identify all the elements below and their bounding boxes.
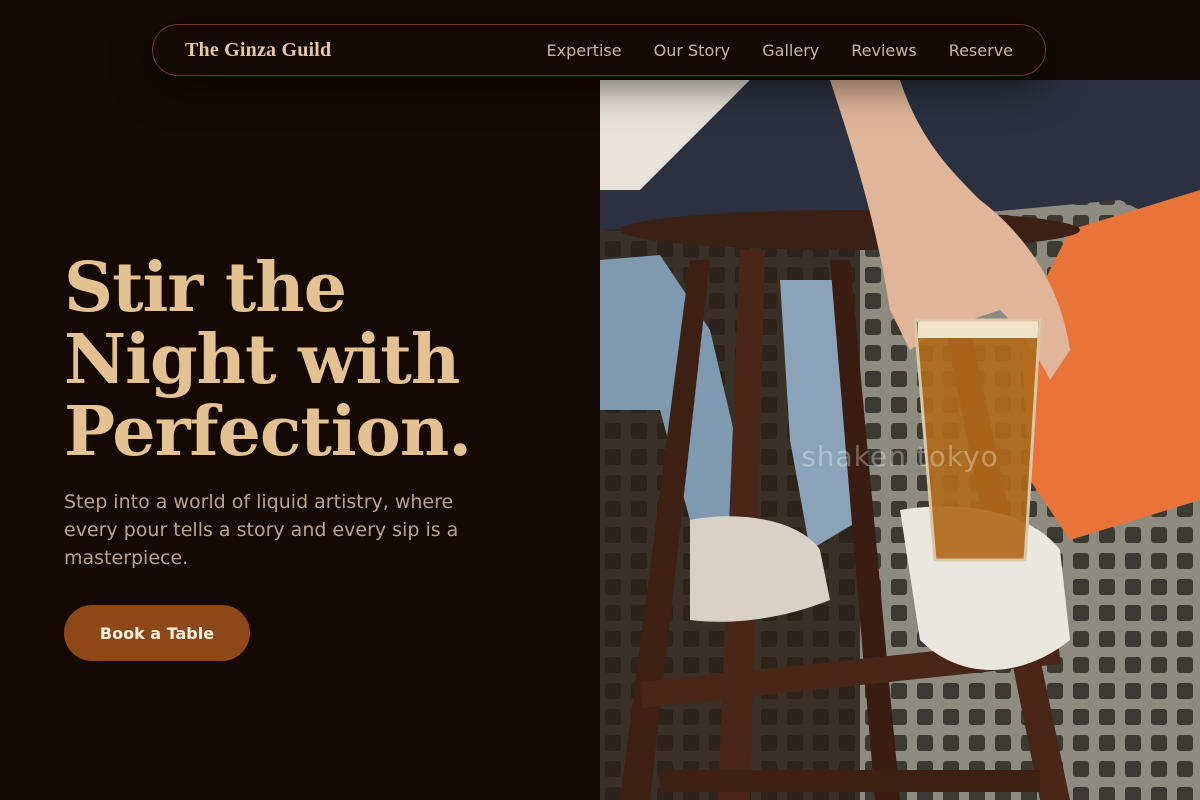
nav-link-reviews[interactable]: Reviews <box>851 41 916 60</box>
nav-link-reserve[interactable]: Reserve <box>949 41 1013 60</box>
top-navbar: The Ginza Guild Expertise Our Story Gall… <box>152 24 1046 76</box>
nav-link-gallery[interactable]: Gallery <box>762 41 819 60</box>
brand-logo[interactable]: The Ginza Guild <box>185 39 331 62</box>
hero-photo: shaken tokyo <box>600 80 1200 800</box>
hero-title: Stir the Night with Perfection. <box>64 248 472 472</box>
nav-menu: Expertise Our Story Gallery Reviews Rese… <box>547 41 1013 60</box>
photo-watermark: shaken tokyo <box>801 440 999 473</box>
book-table-button[interactable]: Book a Table <box>64 605 250 661</box>
hero-subtitle: Step into a world of liquid artistry, wh… <box>64 491 459 569</box>
nav-link-expertise[interactable]: Expertise <box>547 41 622 60</box>
nav-link-our-story[interactable]: Our Story <box>654 41 731 60</box>
